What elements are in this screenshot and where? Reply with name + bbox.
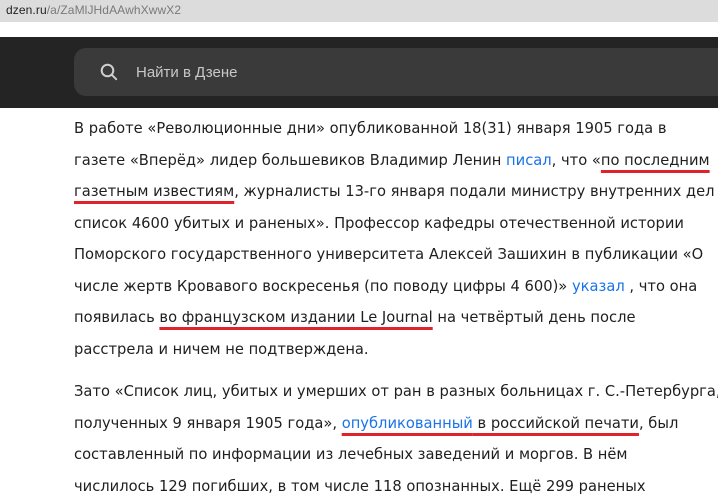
text-fragment: числилось 129 погибших, в том числе 118 … <box>74 478 646 495</box>
text-fragment: на четвёртый день после <box>433 309 636 326</box>
paragraph-line: полученных 9 января 1905 года», опублико… <box>74 408 714 440</box>
search-icon <box>100 63 118 81</box>
text-fragment: появилась <box>74 309 159 326</box>
paragraph-line: расстрела и ничем не подтверждена. <box>74 334 714 366</box>
link-ukazal[interactable]: указал <box>572 278 625 295</box>
text-fragment: в российской печати <box>473 415 639 432</box>
highlighted-link-group: опубликованный в российской печати <box>342 415 639 432</box>
paragraph-line: Зато «Список лиц, убитых и умерших от ра… <box>74 376 714 408</box>
text-fragment: В работе «Революционные дни» опубликован… <box>74 120 667 137</box>
url-text[interactable]: dzen.ru/a/ZaMlJHdAAwhXwwX2 <box>6 3 181 17</box>
article-body: В работе «Революционные дни» опубликован… <box>74 113 714 502</box>
text-fragment: , журналисты 13-го января подали министр… <box>234 183 714 200</box>
text-fragment: , что она <box>625 278 697 295</box>
text-fragment: список 4600 убитых и раненых». Профессор… <box>74 215 684 232</box>
highlight-underline: по последним <box>601 152 710 169</box>
paragraph-line: газете «Вперёд» лидер большевиков Владим… <box>74 145 714 177</box>
article-paragraph-2: Зато «Список лиц, убитых и умерших от ра… <box>74 376 714 502</box>
paragraph-line: В работе «Революционные дни» опубликован… <box>74 113 714 145</box>
paragraph-line: Поморского государственного университета… <box>74 239 714 271</box>
search-box[interactable] <box>74 48 718 96</box>
url-domain: dzen.ru <box>6 3 47 17</box>
text-fragment: , был <box>639 415 678 432</box>
paragraph-line: числе жертв Кровавого воскресенья (по по… <box>74 271 714 303</box>
highlight-underline: во французском издании Le Journal <box>159 309 432 326</box>
paragraph-line: список 4600 убитых и раненых». Профессор… <box>74 208 714 240</box>
paragraph-line: появилась во французском издании Le Jour… <box>74 302 714 334</box>
link-pisal[interactable]: писал <box>506 152 552 169</box>
highlight-underline: газетным известиям <box>74 183 234 200</box>
url-path: /a/ZaMlJHdAAwhXwwX2 <box>47 3 181 17</box>
text-fragment: Поморского государственного университета… <box>74 246 703 263</box>
site-header <box>0 37 718 108</box>
search-input[interactable] <box>136 57 696 87</box>
paragraph-line: числилось 129 погибших, в том числе 118 … <box>74 471 714 502</box>
text-fragment: числе жертв Кровавого воскресенья (по по… <box>74 278 572 295</box>
text-fragment: составленный по информации из лечебных з… <box>74 446 628 463</box>
paragraph-line: газетным известиям, журналисты 13-го янв… <box>74 176 714 208</box>
browser-address-bar[interactable]: dzen.ru/a/ZaMlJHdAAwhXwwX2 <box>0 0 718 22</box>
text-fragment: полученных 9 января 1905 года», <box>74 415 342 432</box>
article-paragraph-1: В работе «Революционные дни» опубликован… <box>74 113 714 365</box>
text-fragment: расстрела и ничем не подтверждена. <box>74 341 369 358</box>
text-fragment: газете «Вперёд» лидер большевиков Владим… <box>74 152 506 169</box>
paragraph-line: составленный по информации из лечебных з… <box>74 439 714 471</box>
text-fragment: , что « <box>552 152 601 169</box>
link-opublikovannyy[interactable]: опубликованный <box>342 415 473 432</box>
text-fragment: Зато «Список лиц, убитых и умерших от ра… <box>74 383 718 400</box>
